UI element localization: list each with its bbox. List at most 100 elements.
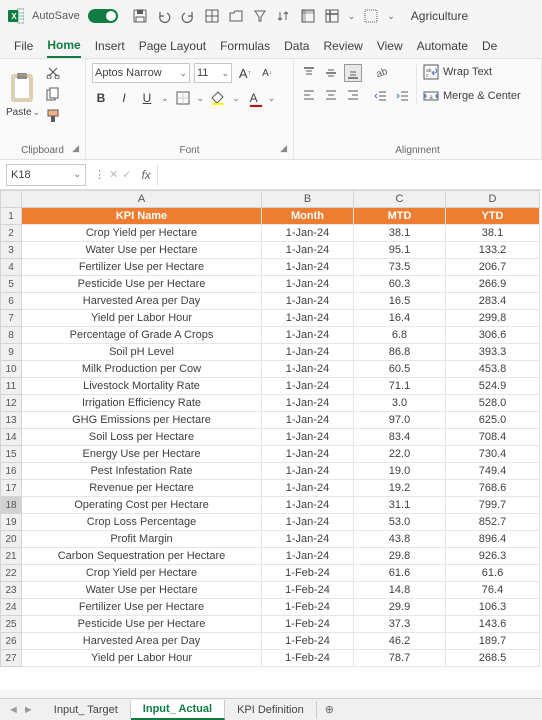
dialog-launcher-icon[interactable]: ◢ — [280, 143, 287, 154]
cell[interactable]: KPI Name — [22, 208, 262, 225]
cell[interactable]: 1-Jan-24 — [262, 310, 354, 327]
row-header[interactable]: 3 — [0, 242, 22, 259]
row-header[interactable]: 14 — [0, 429, 22, 446]
italic-button[interactable]: I — [115, 89, 133, 107]
paste-icon[interactable] — [6, 71, 40, 105]
cell[interactable]: Percentage of Grade A Crops — [22, 327, 262, 344]
tab-file[interactable]: File — [14, 39, 33, 57]
row-header[interactable]: 21 — [0, 548, 22, 565]
cell[interactable]: 799.7 — [446, 497, 540, 514]
autosave-toggle[interactable] — [88, 9, 118, 23]
tab-page-layout[interactable]: Page Layout — [139, 39, 206, 57]
row-header[interactable]: 7 — [0, 310, 22, 327]
cell[interactable]: 76.4 — [446, 582, 540, 599]
cell[interactable]: 22.0 — [354, 446, 446, 463]
select-all-corner[interactable] — [0, 190, 22, 208]
cell[interactable]: Revenue per Hectare — [22, 480, 262, 497]
cell[interactable]: 1-Jan-24 — [262, 242, 354, 259]
cell[interactable]: 1-Feb-24 — [262, 565, 354, 582]
cell[interactable]: 299.8 — [446, 310, 540, 327]
cell[interactable]: 1-Jan-24 — [262, 497, 354, 514]
cell[interactable]: 53.0 — [354, 514, 446, 531]
col-header-D[interactable]: D — [446, 190, 540, 208]
cell[interactable]: 38.1 — [446, 225, 540, 242]
cell[interactable]: 1-Jan-24 — [262, 531, 354, 548]
cell[interactable]: 73.5 — [354, 259, 446, 276]
row-header[interactable]: 24 — [0, 599, 22, 616]
tab-view[interactable]: View — [377, 39, 403, 57]
cell[interactable]: 749.4 — [446, 463, 540, 480]
cell[interactable]: 61.6 — [354, 565, 446, 582]
row-header[interactable]: 6 — [0, 293, 22, 310]
cell[interactable]: Water Use per Hectare — [22, 582, 262, 599]
sheet-nav-prev-icon[interactable]: ◄ — [8, 704, 19, 716]
cell[interactable]: Livestock Mortality Rate — [22, 378, 262, 395]
name-box[interactable]: K18⌄ — [6, 164, 86, 186]
cell[interactable]: 708.4 — [446, 429, 540, 446]
cell[interactable]: 78.7 — [354, 650, 446, 667]
cell[interactable]: Yield per Labor Hour — [22, 650, 262, 667]
cell[interactable]: Fertilizer Use per Hectare — [22, 599, 262, 616]
cell[interactable]: 95.1 — [354, 242, 446, 259]
cell[interactable]: 143.6 — [446, 616, 540, 633]
cell[interactable]: Carbon Sequestration per Hectare — [22, 548, 262, 565]
cell[interactable]: Operating Cost per Hectare — [22, 497, 262, 514]
cell[interactable]: 3.0 — [354, 395, 446, 412]
cell[interactable]: 1-Jan-24 — [262, 344, 354, 361]
cell[interactable]: Soil pH Level — [22, 344, 262, 361]
tab-formulas[interactable]: Formulas — [220, 39, 270, 57]
cell[interactable]: 46.2 — [354, 633, 446, 650]
orientation-icon[interactable]: ab — [372, 63, 390, 81]
cell[interactable]: 1-Jan-24 — [262, 327, 354, 344]
cell[interactable]: 60.5 — [354, 361, 446, 378]
cell[interactable]: 14.8 — [354, 582, 446, 599]
cell[interactable]: 61.6 — [446, 565, 540, 582]
cell[interactable]: 16.4 — [354, 310, 446, 327]
chevron-down-icon[interactable]: ⌄ — [161, 93, 169, 104]
cell[interactable]: 6.8 — [354, 327, 446, 344]
pivot-icon[interactable] — [300, 8, 316, 24]
cell[interactable]: 189.7 — [446, 633, 540, 650]
formula-bar[interactable] — [157, 164, 542, 186]
cell[interactable]: MTD — [354, 208, 446, 225]
cell[interactable]: GHG Emissions per Hectare — [22, 412, 262, 429]
cell[interactable]: 37.3 — [354, 616, 446, 633]
cell[interactable]: 19.0 — [354, 463, 446, 480]
row-header[interactable]: 1 — [0, 208, 22, 225]
cell[interactable]: 1-Jan-24 — [262, 259, 354, 276]
font-size-select[interactable]: 11⌄ — [194, 63, 232, 83]
cell[interactable]: 896.4 — [446, 531, 540, 548]
cell[interactable]: 266.9 — [446, 276, 540, 293]
paste-label[interactable]: Paste⌄ — [6, 107, 40, 118]
row-header[interactable]: 23 — [0, 582, 22, 599]
row-header[interactable]: 4 — [0, 259, 22, 276]
cell[interactable]: 83.4 — [354, 429, 446, 446]
sheet-tab-input-actual[interactable]: Input_ Actual — [131, 700, 225, 720]
decrease-indent-icon[interactable] — [372, 87, 390, 105]
cell[interactable]: 86.8 — [354, 344, 446, 361]
font-color-button[interactable]: A — [245, 89, 263, 107]
cell[interactable]: 1-Jan-24 — [262, 446, 354, 463]
grid-icon[interactable] — [204, 8, 220, 24]
increase-font-icon[interactable]: A↑ — [236, 64, 254, 82]
cell[interactable]: 852.7 — [446, 514, 540, 531]
tab-home[interactable]: Home — [47, 38, 80, 58]
undo-icon[interactable] — [156, 8, 172, 24]
merge-center-button[interactable]: a Merge & Center — [423, 88, 521, 104]
row-header[interactable]: 15 — [0, 446, 22, 463]
worksheet-grid[interactable]: A B C D 1KPI NameMonthMTDYTD2Crop Yield … — [0, 190, 542, 690]
cell[interactable]: 524.9 — [446, 378, 540, 395]
cell[interactable]: 97.0 — [354, 412, 446, 429]
align-middle-icon[interactable] — [322, 64, 340, 82]
cell[interactable]: 1-Jan-24 — [262, 276, 354, 293]
border-icon[interactable] — [363, 8, 379, 24]
cell[interactable]: Pesticide Use per Hectare — [22, 276, 262, 293]
tab-developer[interactable]: De — [482, 39, 497, 57]
cell[interactable]: Pesticide Use per Hectare — [22, 616, 262, 633]
cancel-icon[interactable]: ✕ — [109, 168, 118, 181]
cell[interactable]: 768.6 — [446, 480, 540, 497]
increase-indent-icon[interactable] — [394, 87, 412, 105]
bold-button[interactable]: B — [92, 89, 110, 107]
cell[interactable]: 730.4 — [446, 446, 540, 463]
cell[interactable]: Crop Loss Percentage — [22, 514, 262, 531]
